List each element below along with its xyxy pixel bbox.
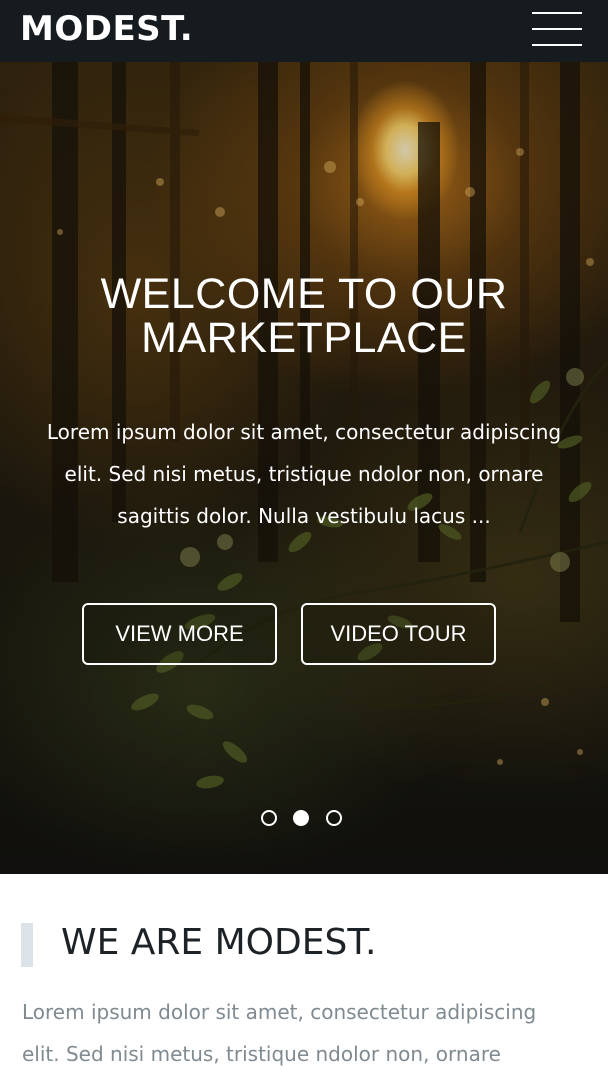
menu-line (532, 28, 582, 30)
slider-dot-1[interactable] (261, 810, 277, 826)
slider-pagination (0, 810, 608, 826)
view-more-button[interactable]: VIEW MORE (82, 603, 277, 665)
hero-text-line: Lorem ipsum dolor sit amet, consectetur … (46, 420, 562, 444)
menu-line (532, 44, 582, 46)
video-tour-button[interactable]: VIDEO TOUR (301, 603, 496, 665)
about-text-line: elit. Sed nisi metus, tristique ndolor n… (22, 1042, 501, 1066)
hero-text-line: elit. Sed nisi metus, tristique ndolor n… (64, 462, 544, 486)
hamburger-menu-icon[interactable] (532, 11, 582, 47)
about-section: WE ARE MODEST. Lorem ipsum dolor sit ame… (0, 874, 608, 1081)
hero-text-line: sagittis dolor. Nulla vestibulu lacus ..… (117, 504, 491, 528)
menu-line (532, 12, 582, 14)
top-navbar: MODEST. (0, 0, 608, 62)
about-text-line: Lorem ipsum dolor sit amet, consectetur … (22, 1000, 537, 1024)
hero-slider: WELCOME TO OUR MARKETPLACE Lorem ipsum d… (0, 62, 608, 874)
heading-accent-bar (21, 923, 33, 967)
about-heading: WE ARE MODEST. (61, 922, 377, 963)
hero-title: WELCOME TO OUR MARKETPLACE (0, 272, 608, 360)
slider-dot-2-active[interactable] (293, 810, 309, 826)
hero-description: Lorem ipsum dolor sit amet, consectetur … (24, 411, 584, 537)
hero-title-line: MARKETPLACE (141, 314, 467, 362)
slider-dot-3[interactable] (326, 810, 342, 826)
hero-title-line: WELCOME TO OUR (100, 270, 508, 318)
about-description: Lorem ipsum dolor sit amet, consectetur … (22, 991, 592, 1075)
site-logo[interactable]: MODEST. (20, 8, 193, 50)
